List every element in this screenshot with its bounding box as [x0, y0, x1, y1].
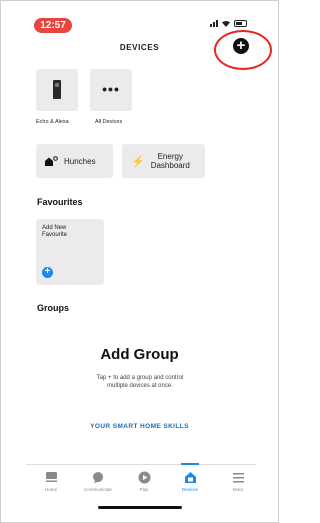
category-label-all-devices: All Devices [95, 119, 123, 125]
category-label-echo-alexa: Echo & Alexa [36, 119, 69, 125]
category-all-devices[interactable]: ••• [90, 69, 132, 111]
battery-icon [234, 19, 247, 27]
add-group-description: Tap + to add a group and control multipl… [96, 375, 184, 389]
energy-dashboard-button[interactable]: ⚡ Energy Dashboard [122, 144, 205, 178]
lightning-bolt-icon: ⚡ [131, 155, 145, 168]
cellular-signal-icon [210, 19, 218, 27]
devices-icon [184, 472, 196, 483]
home-indicator [98, 506, 182, 509]
menu-icon [232, 473, 244, 483]
add-new-favourite-tile[interactable]: Add New Favourite + [36, 219, 104, 285]
nav-home[interactable]: Home [31, 471, 71, 492]
play-icon [138, 471, 150, 484]
chat-bubble-icon [92, 472, 103, 483]
hunches-button[interactable]: Hunches [36, 144, 113, 178]
wifi-icon [222, 20, 230, 27]
hunches-label: Hunches [64, 156, 96, 166]
favourites-heading: Favourites [37, 197, 83, 207]
status-icons [210, 19, 247, 27]
house-sparkle-icon [45, 155, 58, 166]
groups-heading: Groups [37, 303, 70, 313]
add-new-favourite-label: Add New Favourite [42, 225, 68, 238]
nav-play[interactable]: Play [124, 471, 164, 492]
add-favourite-plus-icon: + [42, 267, 53, 278]
nav-more[interactable]: More [218, 471, 258, 492]
nav-communicate[interactable]: Communicate [78, 471, 118, 492]
smart-home-skills-link[interactable]: YOUR SMART HOME SKILLS [0, 423, 279, 430]
energy-dashboard-label: Energy Dashboard [150, 152, 190, 170]
nav-devices[interactable]: Devices [170, 471, 210, 492]
nav-divider [26, 464, 256, 465]
status-time: 12:57 [34, 18, 72, 33]
nav-active-indicator [181, 463, 199, 465]
more-dots-icon: ••• [102, 81, 120, 97]
echo-device-icon [53, 80, 61, 99]
annotation-highlight-circle [214, 30, 272, 70]
home-feed-icon [45, 472, 57, 482]
add-group-title: Add Group [100, 346, 179, 363]
category-echo-alexa[interactable] [36, 69, 78, 111]
